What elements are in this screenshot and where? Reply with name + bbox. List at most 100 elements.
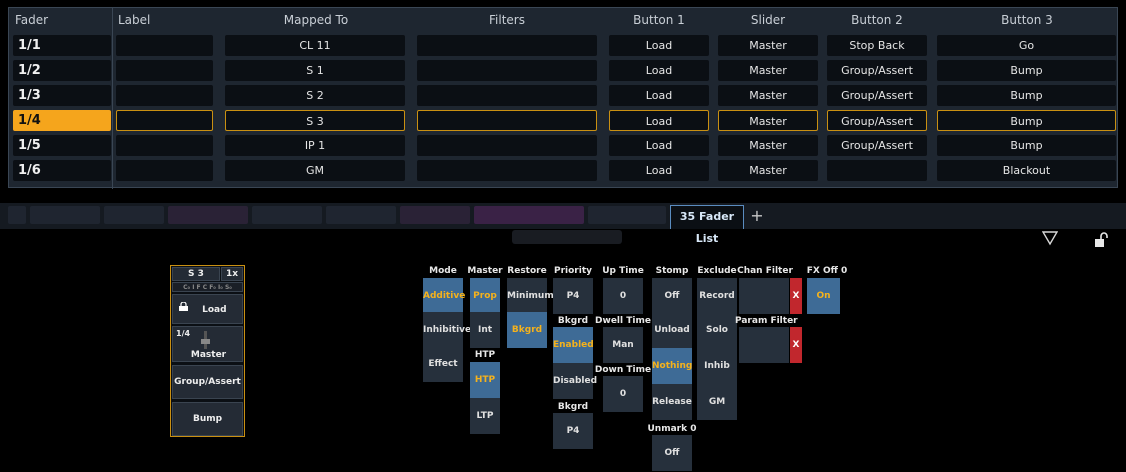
- column-header-mapped-to[interactable]: Mapped To: [226, 8, 406, 32]
- column-header-button1[interactable]: Button 1: [609, 8, 709, 32]
- cell-button1[interactable]: Load: [609, 160, 709, 181]
- unlocked-lock-icon[interactable]: [1094, 232, 1110, 252]
- cell-label[interactable]: [116, 35, 213, 56]
- exclude-inhib[interactable]: Inhib: [697, 348, 737, 384]
- cell-button2[interactable]: Stop Back: [827, 35, 927, 56]
- cell-button3[interactable]: Bump: [937, 135, 1116, 156]
- cell-filters[interactable]: [417, 35, 597, 56]
- cell-filters[interactable]: [417, 85, 597, 106]
- unmark-value[interactable]: Off: [652, 435, 692, 471]
- column-header-button3[interactable]: Button 3: [937, 8, 1117, 32]
- cell-button1[interactable]: Load: [609, 60, 709, 81]
- cell-slider[interactable]: Master: [718, 60, 818, 81]
- cell-mapped-to[interactable]: S 2: [225, 85, 405, 106]
- fader-id-cell[interactable]: 1/1: [13, 35, 111, 56]
- cell-filters[interactable]: [417, 135, 597, 156]
- chan-filter-clear-button[interactable]: X: [790, 278, 802, 314]
- param-filter-field[interactable]: [739, 327, 789, 363]
- cell-mapped-to[interactable]: CL 11: [225, 35, 405, 56]
- cell-button1[interactable]: Load: [609, 85, 709, 106]
- fader-id-cell[interactable]: 1/6: [13, 160, 111, 181]
- tab-ghost-2[interactable]: [104, 206, 164, 224]
- dwell-time-value[interactable]: Man: [603, 327, 643, 363]
- cell-slider[interactable]: Master: [718, 85, 818, 106]
- cell-filters[interactable]: [417, 160, 597, 181]
- master-prop[interactable]: Prop: [470, 278, 500, 314]
- slider-handle[interactable]: [201, 339, 210, 344]
- cell-slider[interactable]: Master: [718, 135, 818, 156]
- exclude-gm[interactable]: GM: [697, 384, 737, 420]
- cell-mapped-to[interactable]: S 1: [225, 60, 405, 81]
- cell-label[interactable]: [116, 135, 213, 156]
- priority-value[interactable]: P4: [553, 278, 593, 314]
- cell-label[interactable]: [116, 160, 213, 181]
- cell-slider[interactable]: Master: [718, 110, 818, 131]
- ltp-option[interactable]: LTP: [470, 398, 500, 434]
- column-header-fader[interactable]: Fader: [15, 8, 48, 32]
- tab-ghost-4[interactable]: [252, 206, 322, 224]
- tab-fader-list[interactable]: 35 Fader List: [670, 205, 744, 245]
- cell-filters[interactable]: [417, 110, 597, 131]
- column-header-button2[interactable]: Button 2: [827, 8, 927, 32]
- cell-button1[interactable]: Load: [609, 135, 709, 156]
- cell-button2[interactable]: Group/Assert: [827, 135, 927, 156]
- cell-mapped-to[interactable]: IP 1: [225, 135, 405, 156]
- stomp-nothing[interactable]: Nothing: [652, 348, 692, 384]
- bkgrd-disabled[interactable]: Disabled: [553, 363, 597, 399]
- restore-bkgrd[interactable]: Bkgrd: [507, 312, 547, 348]
- tab-ghost-8[interactable]: [588, 206, 666, 224]
- tab-ghost-1[interactable]: [30, 206, 100, 224]
- cell-slider[interactable]: Master: [718, 160, 818, 181]
- widget-load-button[interactable]: Load: [172, 294, 243, 324]
- master-int[interactable]: Int: [470, 312, 500, 348]
- cell-label[interactable]: [116, 85, 213, 106]
- stomp-release[interactable]: Release: [652, 384, 692, 420]
- restore-minimum[interactable]: Minimum: [507, 278, 554, 314]
- tab-icon-ghost[interactable]: [8, 206, 26, 224]
- exclude-record[interactable]: Record: [697, 278, 737, 314]
- widget-bump-button[interactable]: Bump: [172, 402, 243, 436]
- add-tab-button[interactable]: +: [750, 205, 764, 227]
- cell-button3[interactable]: Bump: [937, 85, 1116, 106]
- widget-slider[interactable]: 1/4 Master: [172, 326, 243, 362]
- htp-option[interactable]: HTP: [470, 362, 500, 398]
- fader-id-cell[interactable]: 1/2: [13, 60, 111, 81]
- column-header-slider[interactable]: Slider: [718, 8, 818, 32]
- cell-button1[interactable]: Load: [609, 35, 709, 56]
- tab-ghost-7[interactable]: [474, 206, 584, 224]
- down-time-value[interactable]: 0: [603, 376, 643, 412]
- cell-button3[interactable]: Go: [937, 35, 1116, 56]
- stomp-off[interactable]: Off: [652, 278, 692, 314]
- widget-group-assert-button[interactable]: Group/Assert: [172, 365, 243, 399]
- exclude-solo[interactable]: Solo: [697, 312, 737, 348]
- cell-label[interactable]: [116, 60, 213, 81]
- mode-additive[interactable]: Additive: [423, 278, 465, 314]
- cell-mapped-to[interactable]: S 3: [225, 110, 405, 131]
- cell-button1[interactable]: Load: [609, 110, 709, 131]
- fader-id-cell[interactable]: 1/3: [13, 85, 111, 106]
- cell-button3[interactable]: Bump: [937, 60, 1116, 81]
- fader-id-cell[interactable]: 1/5: [13, 135, 111, 156]
- up-time-value[interactable]: 0: [603, 278, 643, 314]
- column-header-filters[interactable]: Filters: [417, 8, 597, 32]
- cell-button2[interactable]: Group/Assert: [827, 110, 927, 131]
- bkgrd-priority-value[interactable]: P4: [553, 413, 593, 449]
- filter-icon[interactable]: [1041, 230, 1059, 250]
- column-header-label[interactable]: Label: [118, 8, 150, 32]
- stomp-unload[interactable]: Unload: [652, 312, 692, 348]
- bkgrd-enabled[interactable]: Enabled: [553, 327, 594, 363]
- cell-button2[interactable]: [827, 160, 927, 181]
- param-filter-clear-button[interactable]: X: [790, 327, 802, 363]
- fx-off-value[interactable]: On: [807, 278, 840, 314]
- mode-inhibitive[interactable]: Inhibitive: [423, 312, 471, 348]
- tab-ghost-6[interactable]: [400, 206, 470, 224]
- fader-id-cell[interactable]: 1/4: [13, 110, 111, 131]
- cell-filters[interactable]: [417, 60, 597, 81]
- tab-ghost-5[interactable]: [326, 206, 396, 224]
- chan-filter-field[interactable]: [739, 278, 789, 314]
- cell-slider[interactable]: Master: [718, 35, 818, 56]
- cell-button3[interactable]: Bump: [937, 110, 1116, 131]
- cell-button2[interactable]: Group/Assert: [827, 85, 927, 106]
- cell-button3[interactable]: Blackout: [937, 160, 1116, 181]
- cell-mapped-to[interactable]: GM: [225, 160, 405, 181]
